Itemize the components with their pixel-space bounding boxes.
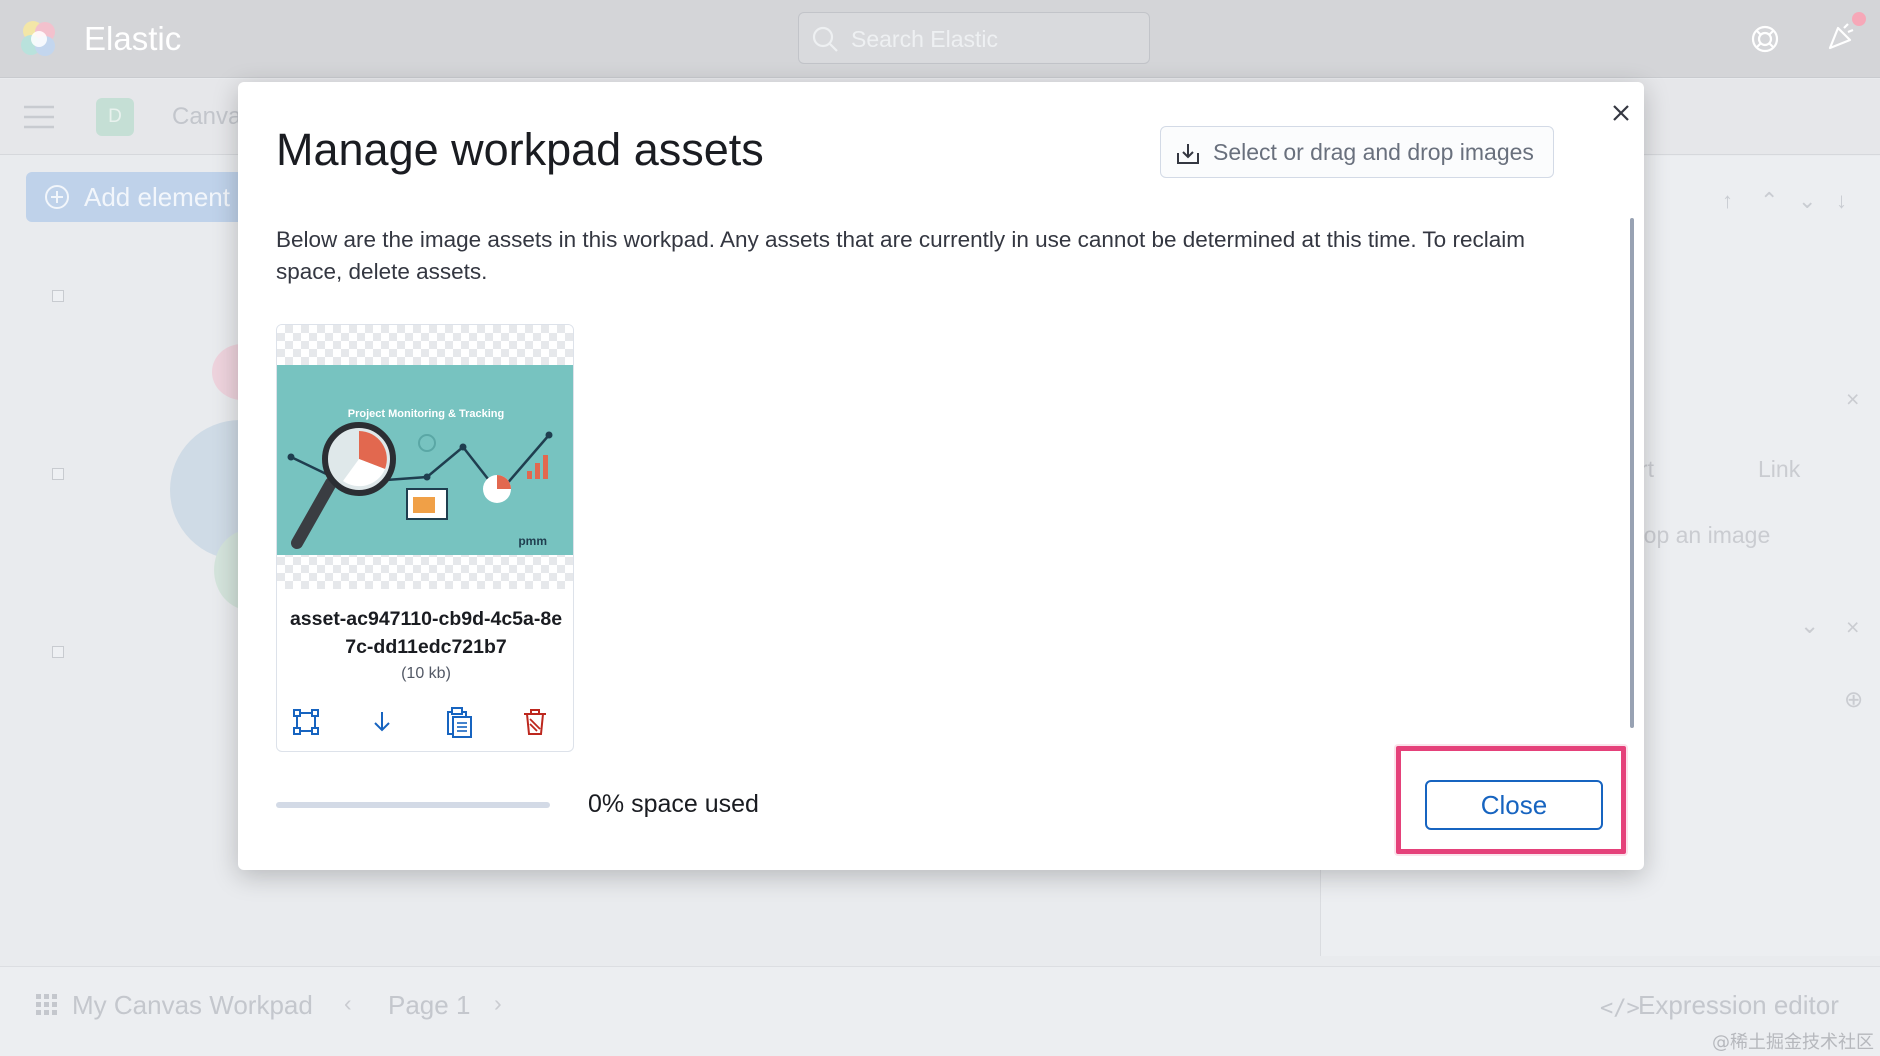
scrollbar[interactable] [1630,218,1634,728]
menu-icon[interactable] [24,104,54,130]
space-used-progress [276,802,550,808]
send-to-back-icon[interactable]: ↓ [1836,188,1847,214]
header-bar: Elastic Search Elastic [0,0,1880,78]
svg-text:pmm: pmm [518,534,547,548]
expression-editor-button[interactable]: Expression editor [1638,990,1839,1021]
asset-size: (10 kb) [401,665,451,682]
page-label[interactable]: Page 1 [388,990,470,1021]
import-icon [1177,144,1199,164]
breadcrumb[interactable]: Canva [172,103,241,131]
asset-thumbnail: Project Monitoring & Tracking pmm [277,365,573,555]
notification-badge [1852,12,1866,26]
close-icon[interactable]: × [1846,386,1859,413]
code-icon: </> [1600,996,1640,1021]
svg-text:Project Monitoring & Tracking: Project Monitoring & Tracking [348,408,504,420]
help-icon[interactable] [1750,24,1780,54]
add-circle-icon[interactable]: ⊕ [1844,686,1863,713]
upload-label: Select or drag and drop images [1213,139,1534,165]
space-avatar[interactable]: D [96,98,134,136]
resize-handle[interactable] [52,468,64,480]
modal-title: Manage workpad assets [276,124,764,175]
chevron-left-icon[interactable]: ‹ [344,990,352,1017]
image-upload-button[interactable]: Select or drag and drop images [1160,126,1554,178]
search-placeholder: Search Elastic [851,26,999,52]
copy-clipboard-icon[interactable] [441,705,475,739]
bring-forward-icon[interactable]: ⌃ [1760,188,1778,214]
tab-link[interactable]: Link [1758,456,1800,483]
close-button[interactable]: Close [1425,780,1603,830]
asset-name: asset-ac947110-cb9d-4c5a-8e7c-dd11edc721… [289,608,563,658]
watermark: @稀土掘金技术社区 [1712,1032,1874,1053]
chevron-right-icon[interactable]: › [494,990,502,1017]
newsfeed-icon[interactable] [1826,22,1856,52]
asset-card: Project Monitoring & Tracking pmm asset-… [276,324,574,752]
resize-handle[interactable] [52,646,64,658]
space-used-label: 0% space used [588,790,759,818]
create-image-icon[interactable] [289,705,323,739]
close-icon[interactable] [1604,96,1638,130]
modal-description: Below are the image assets in this workp… [276,227,1525,284]
resize-handle[interactable] [52,290,64,302]
chevron-down-icon[interactable]: ⌄ [1800,612,1819,639]
workpad-name[interactable]: My Canvas Workpad [72,990,313,1021]
apps-grid-icon[interactable] [36,994,58,1016]
send-backward-icon[interactable]: ⌄ [1798,188,1816,214]
brand-name: Elastic [84,20,182,57]
add-element-label: Add element [84,182,230,212]
close-icon[interactable]: × [1846,614,1859,641]
trash-icon[interactable] [518,705,552,739]
download-icon[interactable] [365,705,399,739]
search-icon [812,26,838,52]
plus-in-circle-icon [45,185,69,209]
bring-to-front-icon[interactable]: ↑ [1722,188,1733,214]
global-search-input[interactable]: Search Elastic [798,12,1150,64]
elastic-logo-icon[interactable] [18,18,60,60]
drop-image-text: rop an image [1636,522,1771,548]
